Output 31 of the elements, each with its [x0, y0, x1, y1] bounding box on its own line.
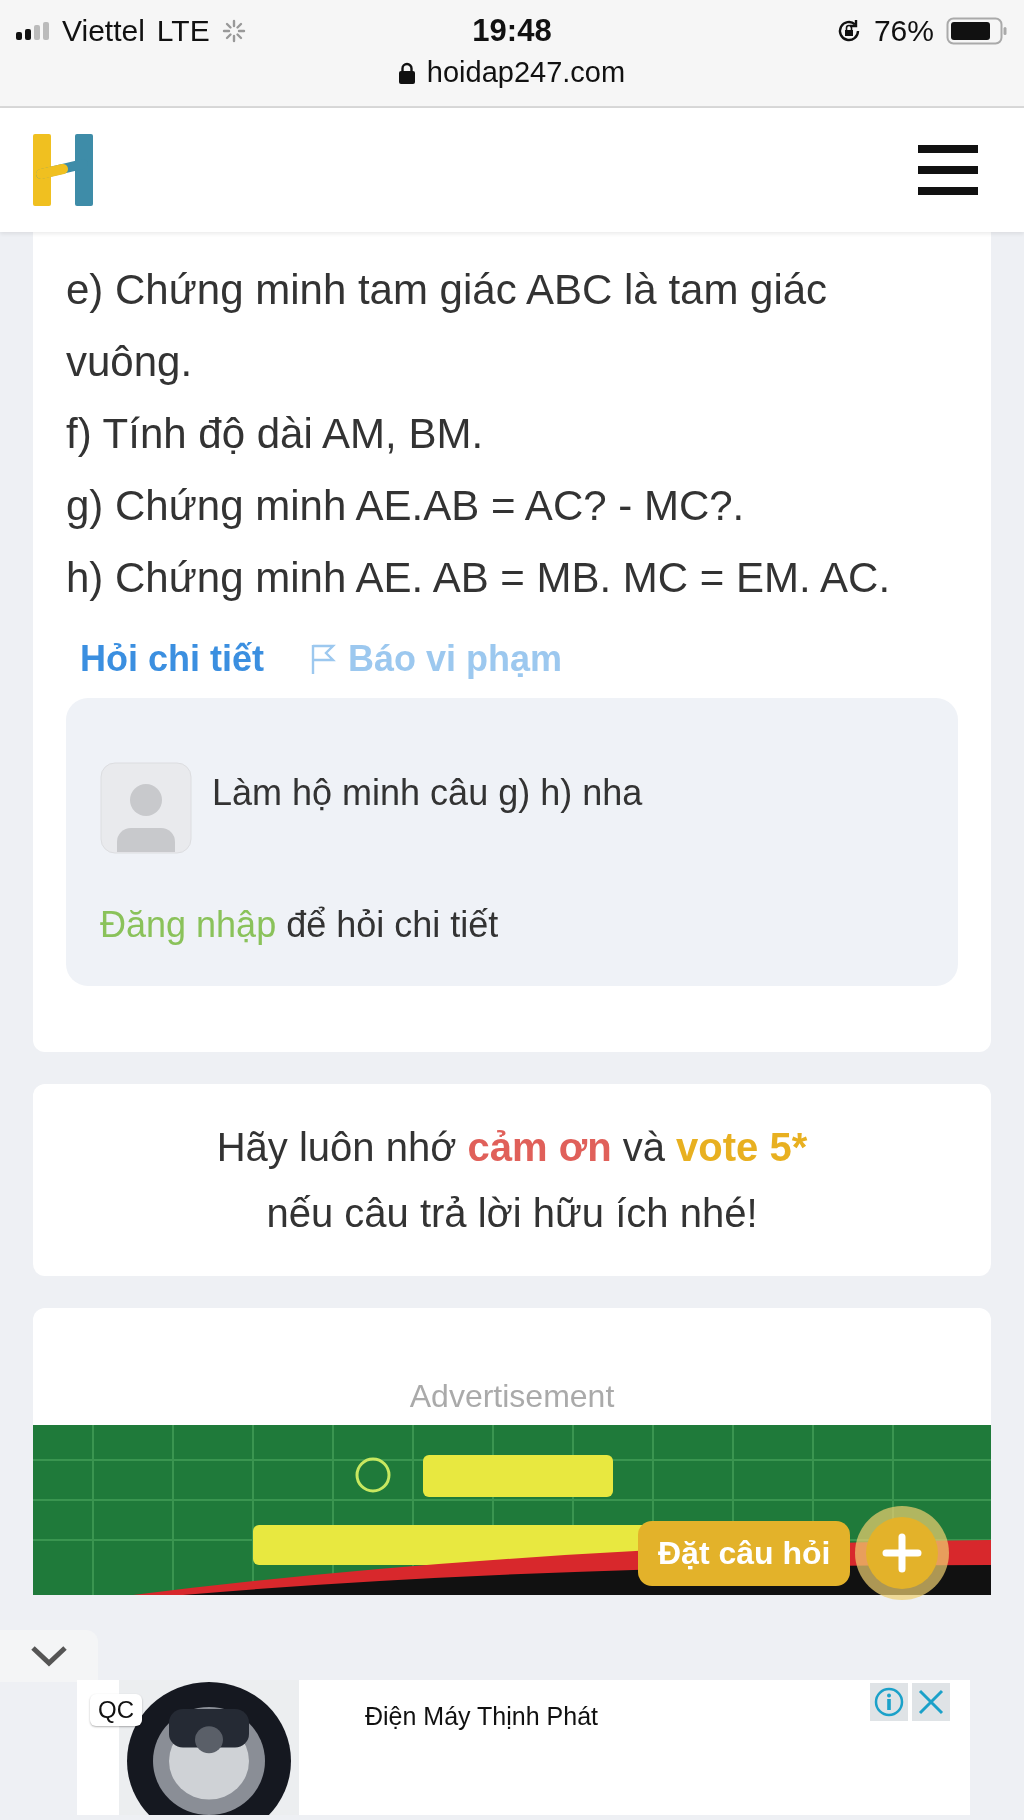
lock-icon: [398, 61, 415, 84]
comment-text: Làm hộ minh câu g) h) nha: [212, 772, 643, 814]
network-type: LTE: [156, 14, 210, 48]
advertisement-label: Advertisement: [409, 1378, 615, 1414]
ad-badge: QC: [90, 1694, 142, 1726]
reminder-text: nếu câu trả lời hữu ích nhé!: [265, 1190, 759, 1237]
report-link[interactable]: Báo vi phạm: [348, 638, 563, 680]
flag-icon: [310, 643, 336, 675]
battery-percent: 76%: [873, 14, 934, 48]
login-prompt: để hỏi chi tiết: [286, 904, 499, 945]
carrier-name: Viettel: [62, 14, 145, 48]
logo-icon[interactable]: [33, 134, 93, 206]
question-text: h) Chứng minh AE. AB = MB. MC = EM. AC.: [66, 553, 892, 603]
clock-time: 19:48: [472, 13, 552, 49]
ask-detail-link[interactable]: Hỏi chi tiết: [80, 638, 264, 680]
loading-spinner-icon: [221, 19, 246, 43]
question-text: g) Chứng minh AE.AB = AC? - MC?.: [66, 481, 746, 531]
avatar-icon: [100, 762, 192, 854]
collapse-tab[interactable]: [0, 1630, 98, 1682]
ask-question-button[interactable]: Đặt câu hỏi: [638, 1520, 851, 1586]
chevron-down-icon: [29, 1644, 69, 1668]
question-text: e) Chứng minh tam giác ABC là tam giác vuông.: [66, 265, 829, 387]
battery-icon: [946, 17, 1008, 45]
question-text: f) Tính độ dài AM, BM.: [66, 409, 485, 459]
advertiser-name: Điện Máy Thịnh Phát: [365, 1702, 598, 1731]
signal-icon: [16, 22, 50, 40]
page-url[interactable]: hoidap247.com: [426, 56, 626, 89]
login-link[interactable]: Đăng nhập: [100, 904, 277, 945]
add-button-icon[interactable]: [854, 1505, 951, 1601]
reminder-text: Hãy luôn nhớ cảm ơn và vote 5*: [215, 1124, 809, 1171]
menu-icon[interactable]: [918, 145, 978, 195]
